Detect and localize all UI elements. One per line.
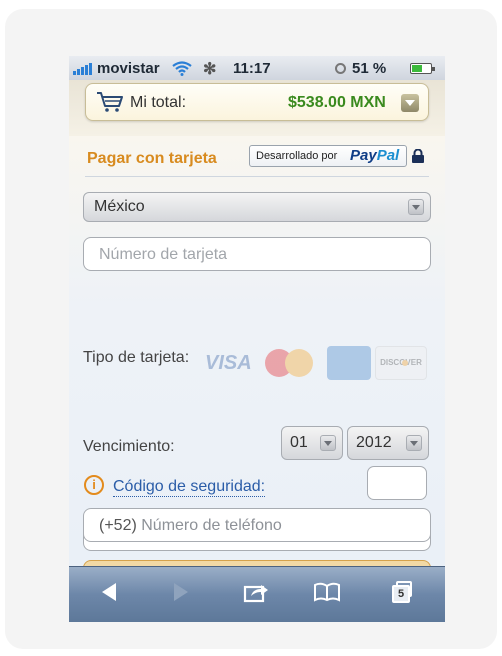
- total-bar[interactable]: Mi total: $538.00 MXN: [85, 83, 429, 121]
- paypal-logo: PayPal: [350, 147, 399, 164]
- expiry-month-value: 01: [290, 434, 308, 451]
- wifi-icon: [172, 61, 192, 76]
- tabs-count: 5: [392, 585, 410, 603]
- total-label: Mi total:: [130, 94, 187, 111]
- orientation-lock-icon: [335, 63, 346, 74]
- activity-spinner-icon: ✻: [203, 61, 217, 78]
- form-title: Pagar con tarjeta: [87, 150, 217, 167]
- share-icon[interactable]: [243, 581, 269, 603]
- amex-logo: [327, 346, 371, 380]
- clock: 11:17: [233, 60, 271, 77]
- card-type-label: Tipo de tarjeta:: [83, 349, 190, 366]
- discover-logo: DISCOVER: [375, 346, 427, 380]
- battery-percent: 51 %: [352, 60, 387, 77]
- phone-screen: movistar ✻ 11:17 51 % Mi total: $538.00 …: [69, 56, 445, 622]
- chevron-down-icon: [320, 435, 336, 451]
- expiry-year-value: 2012: [356, 434, 392, 451]
- cart-icon: [97, 92, 123, 112]
- back-icon[interactable]: [99, 581, 119, 603]
- tabs-button[interactable]: 5: [392, 581, 414, 603]
- total-amount: $538.00 MXN: [288, 94, 386, 111]
- country-value: México: [94, 198, 145, 215]
- expiry-year-select[interactable]: 2012: [347, 426, 429, 460]
- payment-form: Pagar con tarjeta Desarrollado por PayPa…: [69, 136, 445, 566]
- country-select[interactable]: México: [83, 192, 431, 222]
- carrier-name: movistar: [97, 60, 160, 77]
- total-section: Mi total: $538.00 MXN: [69, 80, 445, 136]
- powered-by-text: Desarrollado por: [256, 150, 338, 162]
- paypal-logo-pay: Pay: [350, 147, 377, 164]
- lock-icon: [412, 149, 424, 163]
- battery-icon: [410, 63, 435, 74]
- forward-icon[interactable]: [171, 581, 191, 603]
- signal-icon: [73, 63, 95, 75]
- status-bar: movistar ✻ 11:17 51 %: [69, 56, 445, 80]
- browser-toolbar: 5: [69, 566, 445, 622]
- security-code-help-link[interactable]: Código de seguridad:: [113, 478, 266, 497]
- phone-prefix: (+52): [99, 517, 137, 534]
- expiry-month-select[interactable]: 01: [281, 426, 343, 460]
- bookmarks-icon[interactable]: [313, 581, 341, 603]
- phone-field[interactable]: (+52) Número de teléfono: [83, 508, 431, 542]
- mastercard-logo: [263, 346, 321, 380]
- phone-placeholder: Número de teléfono: [141, 517, 282, 534]
- expand-total-button[interactable]: [401, 94, 419, 112]
- paypal-badge: Desarrollado por PayPal: [249, 145, 407, 167]
- chevron-down-icon: [406, 435, 422, 451]
- paypal-logo-pal: Pal: [376, 147, 400, 164]
- visa-logo: VISA: [205, 352, 252, 374]
- chevron-down-icon: [408, 199, 424, 215]
- expiry-label: Vencimiento:: [83, 438, 175, 455]
- security-code-input[interactable]: [367, 466, 427, 500]
- card-number-input[interactable]: Número de tarjeta: [83, 237, 431, 271]
- header-divider: [85, 176, 429, 177]
- info-icon[interactable]: i: [84, 475, 104, 495]
